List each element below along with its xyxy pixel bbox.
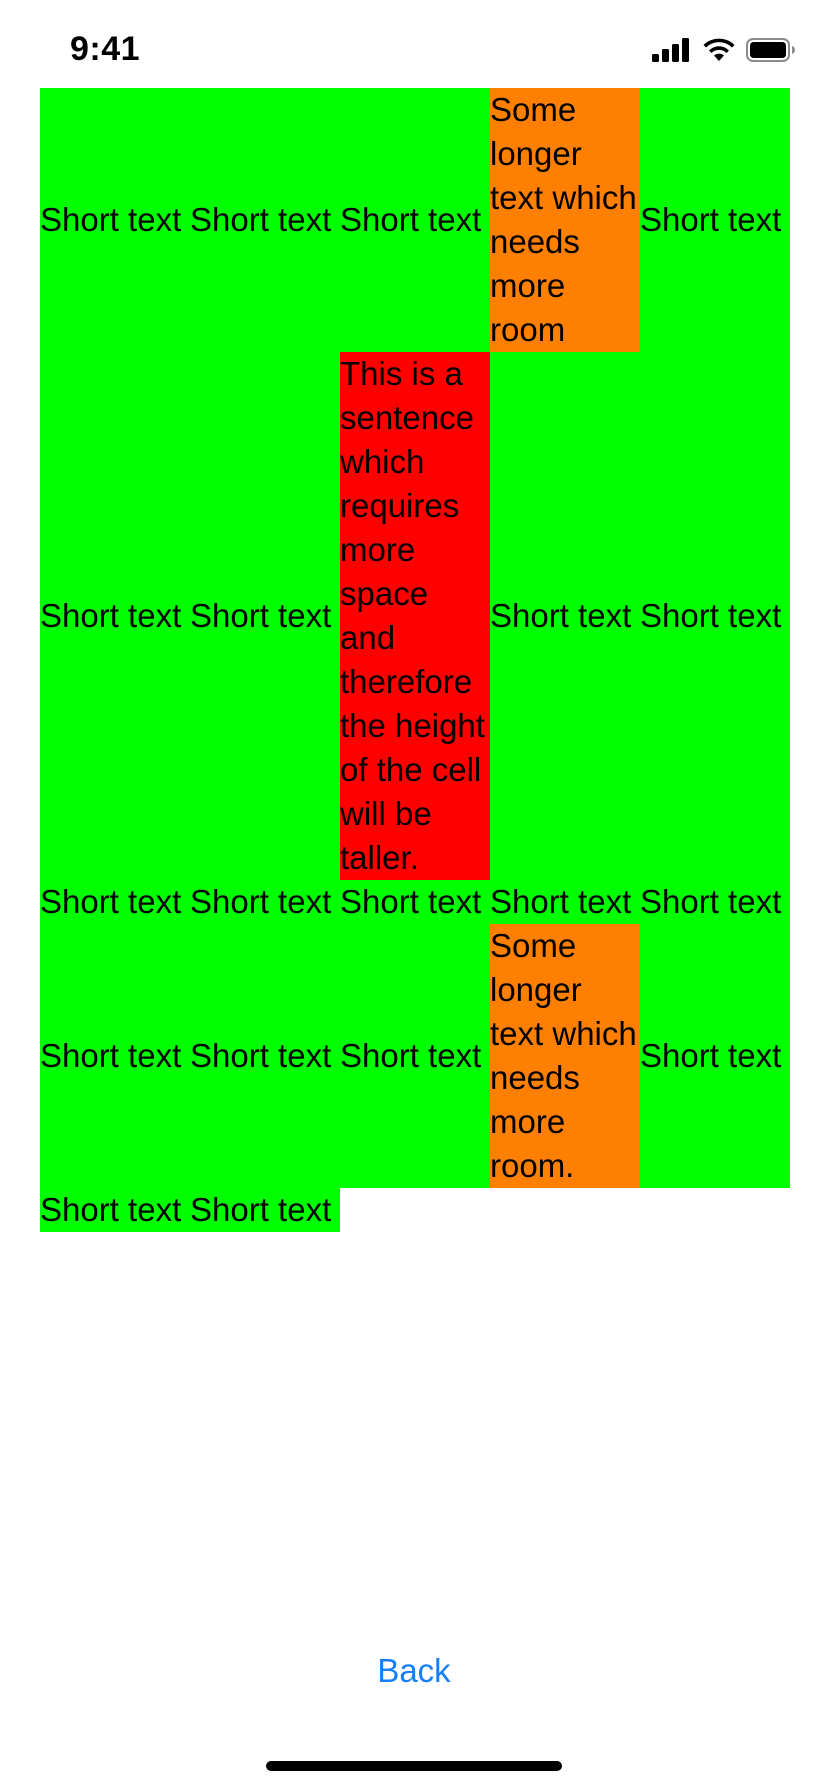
cell-text: This is a sentence which requires more s… (340, 355, 485, 876)
cell-text: Short text (490, 883, 632, 920)
cell-text: Short text (190, 597, 332, 634)
grid-cell: Short text (340, 88, 490, 352)
status-bar: 9:41 (0, 0, 828, 96)
cell-text: Short text (640, 883, 782, 920)
cell-text: Short text (640, 597, 782, 634)
grid-cell: Short text (190, 88, 340, 352)
cell-text: Short text (190, 201, 332, 238)
cell-text: Short text (490, 597, 632, 634)
cell-text: Short text (40, 1191, 182, 1228)
battery-icon (746, 38, 795, 62)
grid-cell-longest: This is a sentence which requires more s… (340, 352, 490, 880)
cell-text: Some longer text which needs more room (490, 91, 637, 348)
cell-text: Short text (190, 883, 332, 920)
grid-cell: Short text (340, 880, 490, 924)
status-time: 9:41 (70, 30, 141, 68)
grid-cell: Short text (40, 1188, 190, 1232)
grid-cell: Short text (340, 924, 490, 1188)
text-grid: Short text Short text Short text Some lo… (40, 88, 790, 1232)
grid-cell: Short text (40, 88, 190, 352)
grid-cell: Short text (40, 880, 190, 924)
cell-text: Short text (640, 201, 782, 238)
wifi-icon (703, 38, 735, 61)
grid-cell: Short text (40, 924, 190, 1188)
grid-cell: Short text (190, 880, 340, 924)
cellular-signal-icon (652, 38, 689, 62)
status-icons (652, 36, 796, 64)
cell-text: Short text (640, 1037, 782, 1074)
grid-cell: Short text (640, 880, 790, 924)
cell-text: Short text (190, 1037, 332, 1074)
cell-text: Short text (190, 1191, 332, 1228)
cell-text: Short text (340, 1037, 482, 1074)
grid-cell-long: Some longer text which needs more room. (490, 924, 640, 1188)
cell-text: Short text (40, 1037, 182, 1074)
grid-cell: Short text (640, 88, 790, 352)
cell-text: Short text (40, 201, 182, 238)
grid-cell: Short text (640, 352, 790, 880)
grid-cell: Short text (490, 880, 640, 924)
cell-text: Short text (40, 597, 182, 634)
grid-cell: Short text (190, 352, 340, 880)
grid-cell: Short text (490, 352, 640, 880)
grid-cell: Short text (190, 1188, 340, 1232)
cell-text: Short text (340, 201, 482, 238)
cell-text: Some longer text which needs more room. (490, 927, 637, 1184)
grid-cell: Short text (640, 924, 790, 1188)
back-button[interactable]: Back (0, 1652, 828, 1690)
cell-text: Short text (40, 883, 182, 920)
cell-text: Short text (340, 883, 482, 920)
grid-cell: Short text (190, 924, 340, 1188)
grid-cell: Short text (40, 352, 190, 880)
home-indicator[interactable] (266, 1761, 562, 1771)
grid-cell-long: Some longer text which needs more room (490, 88, 640, 352)
